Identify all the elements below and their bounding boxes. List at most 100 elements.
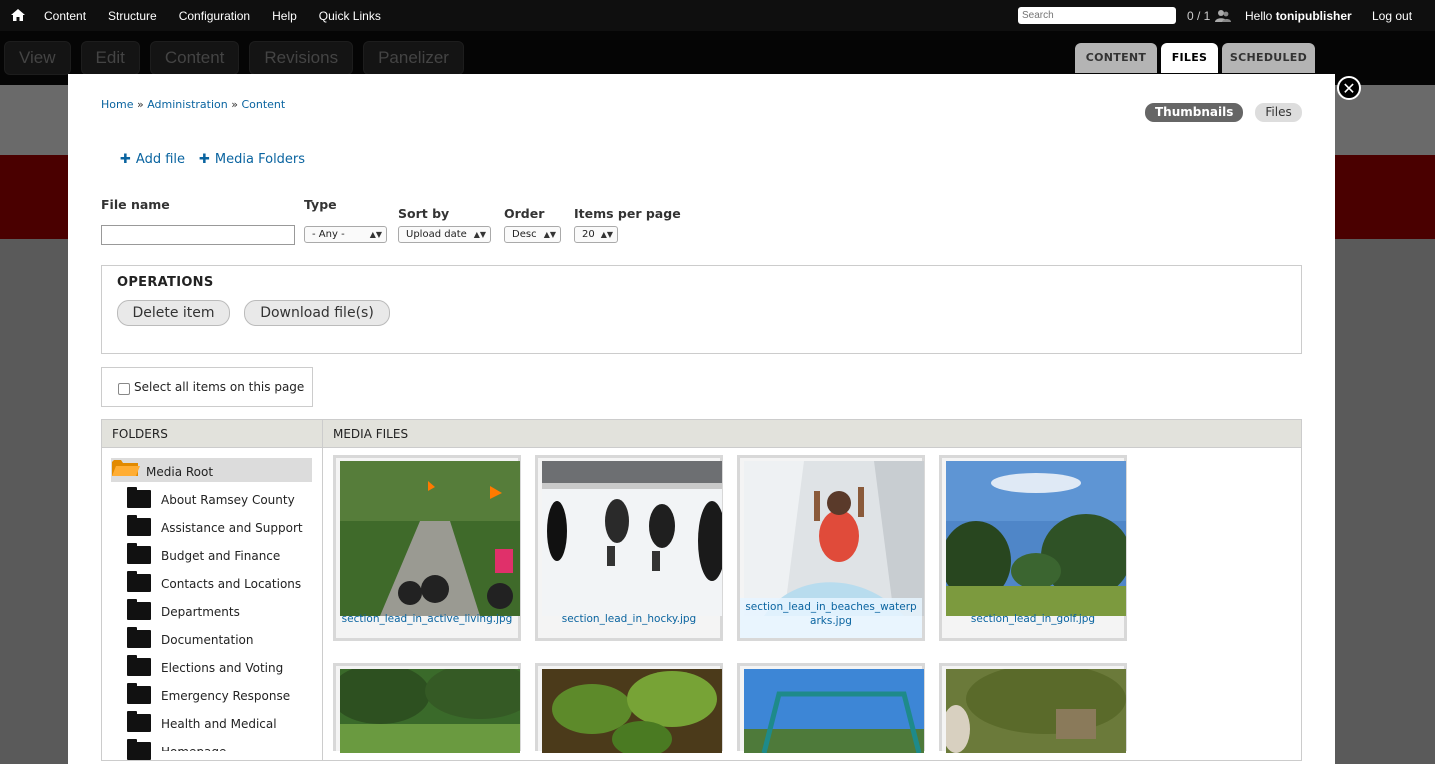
- toolbar-search: [1018, 7, 1176, 24]
- sort-by-label: Sort by: [398, 206, 450, 221]
- folder-icon: [127, 739, 151, 760]
- media-card-active-living[interactable]: section_lead_in_active_living.jpg: [333, 455, 521, 641]
- breadcrumb: Home » Administration » Content: [101, 98, 285, 111]
- breadcrumb-separator: »: [231, 98, 238, 111]
- sort-by-value: Upload date: [406, 229, 467, 240]
- type-value: - Any -: [312, 229, 345, 240]
- folder-icon: [127, 487, 151, 508]
- folder-icon: [127, 571, 151, 592]
- thumbnail-playground: [744, 669, 924, 753]
- add-file-link[interactable]: ✚ Add file: [120, 152, 185, 167]
- select-all-checkbox[interactable]: [118, 383, 130, 395]
- admin-toolbar: Content Structure Configuration Help Qui…: [0, 0, 1435, 31]
- folder-documentation[interactable]: Documentation: [161, 633, 254, 647]
- menu-help[interactable]: Help: [272, 9, 297, 23]
- panel-tab-files[interactable]: FILES: [1161, 43, 1218, 73]
- file-caption: section_lead_in_hocky.jpg: [538, 610, 720, 638]
- select-all-box: Select all items on this page: [101, 367, 313, 407]
- greeting-text: Hello: [1245, 9, 1276, 23]
- folder-icon: [127, 627, 151, 648]
- breadcrumb-administration[interactable]: Administration: [147, 98, 228, 111]
- media-files-header: MEDIA FILES: [333, 427, 409, 441]
- folder-about-ramsey-county[interactable]: About Ramsey County: [161, 493, 295, 507]
- sort-by-select[interactable]: Upload date ▲▼: [398, 226, 491, 243]
- plus-icon: ✚: [199, 152, 210, 167]
- delete-item-button[interactable]: Delete item: [117, 300, 230, 326]
- items-per-page-value: 20: [582, 229, 595, 240]
- menu-structure[interactable]: Structure: [108, 9, 157, 23]
- files-view-button[interactable]: Files: [1255, 103, 1302, 122]
- media-card-hocky[interactable]: section_lead_in_hocky.jpg: [535, 455, 723, 641]
- close-icon[interactable]: ✕: [1337, 76, 1361, 100]
- select-arrows-icon: ▲▼: [369, 230, 382, 239]
- plus-icon: ✚: [120, 152, 131, 167]
- download-files-button[interactable]: Download file(s): [244, 300, 390, 326]
- order-select[interactable]: Desc ▲▼: [504, 226, 561, 243]
- folder-budget-and-finance[interactable]: Budget and Finance: [161, 549, 280, 563]
- users-icon: [1215, 10, 1231, 22]
- select-arrows-icon: ▲▼: [543, 230, 556, 239]
- add-file-label: Add file: [135, 152, 186, 167]
- menu-configuration[interactable]: Configuration: [179, 9, 250, 23]
- menu-content[interactable]: Content: [44, 9, 86, 23]
- items-per-page-select[interactable]: 20 ▲▼: [574, 226, 618, 243]
- tab-revisions: Revisions: [249, 41, 354, 75]
- media-card[interactable]: [939, 663, 1127, 753]
- tab-edit: Edit: [80, 41, 140, 75]
- folder-elections-and-voting[interactable]: Elections and Voting: [161, 661, 283, 675]
- type-select[interactable]: - Any - ▲▼: [304, 226, 387, 243]
- folder-icon: [127, 711, 151, 732]
- folder-departments[interactable]: Departments: [161, 605, 240, 619]
- file-name-label: File name: [101, 197, 170, 212]
- menu-quick-links[interactable]: Quick Links: [319, 9, 381, 23]
- folder-health-and-medical[interactable]: Health and Medical: [161, 717, 277, 731]
- thumbnails-view-button[interactable]: Thumbnails: [1145, 103, 1244, 122]
- breadcrumb-content[interactable]: Content: [241, 98, 285, 111]
- search-input[interactable]: [1018, 7, 1176, 24]
- thumbnail-plants: [542, 669, 722, 753]
- folder-icon: [127, 543, 151, 564]
- media-folders-link[interactable]: ✚ Media Folders: [199, 152, 305, 167]
- panel-tab-content[interactable]: CONTENT: [1075, 43, 1157, 73]
- folder-emergency-response[interactable]: Emergency Response: [161, 689, 290, 703]
- operations-title: OPERATIONS: [117, 275, 214, 290]
- folder-contacts-and-locations[interactable]: Contacts and Locations: [161, 577, 301, 591]
- folder-label-media-root[interactable]: Media Root: [146, 465, 213, 479]
- browser-header: FOLDERS MEDIA FILES: [102, 420, 1301, 448]
- file-name: section_lead_in_golf.jpg: [970, 613, 1096, 625]
- thumbnail-hocky: [542, 461, 722, 616]
- breadcrumb-separator: »: [136, 98, 144, 111]
- thumbnail-golf: [946, 461, 1126, 616]
- home-icon[interactable]: [10, 7, 26, 23]
- select-arrows-icon: ▲▼: [600, 230, 613, 239]
- breadcrumb-home[interactable]: Home: [101, 98, 133, 111]
- thumbnail-park: [340, 669, 520, 753]
- view-toggle: Thumbnails Files: [1145, 103, 1314, 122]
- file-name-input[interactable]: [101, 225, 295, 245]
- media-card[interactable]: [333, 663, 521, 753]
- folder-icon: [127, 683, 151, 704]
- panel-tab-scheduled[interactable]: SCHEDULED: [1222, 43, 1315, 73]
- media-card-beaches-waterparks[interactable]: section_lead_in_beaches_waterp arks.jpg: [737, 455, 925, 641]
- folder-assistance-and-support[interactable]: Assistance and Support: [161, 521, 303, 535]
- folder-homepage[interactable]: Homepage: [161, 745, 226, 751]
- media-card[interactable]: [737, 663, 925, 753]
- items-per-page-label: Items per page: [574, 206, 681, 221]
- order-label: Order: [504, 206, 545, 221]
- media-card[interactable]: [535, 663, 723, 753]
- select-arrows-icon: ▲▼: [473, 230, 486, 239]
- logout-link[interactable]: Log out: [1372, 9, 1412, 23]
- thumbnail-garden: [946, 669, 1126, 753]
- admin-menu: Content Structure Configuration Help Qui…: [44, 9, 403, 23]
- file-caption: section_lead_in_active_living.jpg: [336, 610, 518, 638]
- folder-icon: [127, 655, 151, 676]
- media-folders-label: Media Folders: [214, 152, 306, 167]
- file-name: section_lead_in_active_living.jpg: [341, 613, 513, 625]
- file-caption: section_lead_in_golf.jpg: [942, 610, 1124, 638]
- username[interactable]: tonipublisher: [1276, 9, 1352, 23]
- open-folder-icon: [112, 460, 140, 476]
- thumbnail-active-living: [340, 461, 520, 616]
- action-links: ✚ Add file ✚ Media Folders: [120, 152, 319, 167]
- select-all-label[interactable]: Select all items on this page: [134, 380, 304, 394]
- media-card-golf[interactable]: section_lead_in_golf.jpg: [939, 455, 1127, 641]
